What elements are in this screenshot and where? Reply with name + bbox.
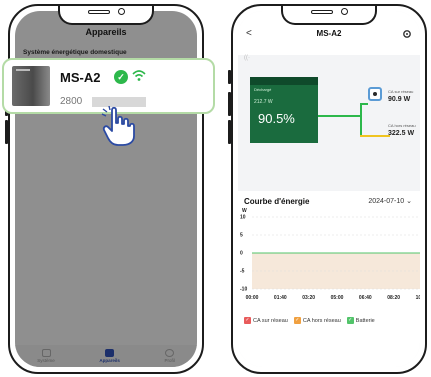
check-icon: ✓ [346,317,354,324]
grid-plug-icon [368,87,382,101]
device-image [12,66,50,106]
y-tick-label: -10 [240,287,247,293]
device-icon [105,349,115,357]
y-tick-label: 0 [240,251,243,257]
check-icon: ✓ [244,317,251,324]
side-button [228,120,231,144]
flow-line [360,103,368,105]
legend-label: CA hors réseau [302,317,341,324]
battery-percent: 90.5% [258,111,295,126]
y-tick-label: -5 [240,269,245,275]
page-title: MS-A2 [316,29,342,38]
tab-devices-label: Appareils [99,358,120,363]
side-button [228,92,231,116]
legend-grid-on[interactable]: ✓ CA sur réseau [244,317,288,324]
check-circle-icon: ✓ [114,70,128,84]
flow-line [360,103,362,135]
device-serial: 2800 [60,96,83,107]
stage: Appareils Système énergétique domestique… [0,0,431,377]
tap-hand-icon [101,106,135,146]
notch [281,6,377,25]
device-name: MS-A2 [60,70,101,85]
chart-date: 2024-07-10 [368,198,405,205]
tab-devices[interactable]: Appareils [99,349,120,363]
section-title: Système énergétique domestique [23,49,127,56]
tab-bar: Système Appareils Profil [15,345,197,367]
side-button [228,70,231,84]
x-tick-label: 00:00 [246,295,259,301]
phone-device-detail: < MS-A2 ((· Déchargé 212.7 W 90.5% CA su… [231,4,427,374]
profile-icon [165,349,175,357]
wifi-status-icon: ((· [244,55,250,61]
legend-label: Batterie [355,317,375,324]
detail-screen: < MS-A2 ((· Déchargé 212.7 W 90.5% CA su… [238,11,420,367]
chart-title: Courbe d'énergie [244,197,310,206]
x-tick-label: 06:40 [359,295,372,301]
date-selector[interactable]: 2024-07-10 ⌄ [368,197,412,205]
grid-on-label: CA sur réseau [388,89,414,94]
home-icon [41,349,51,357]
tab-profile-label: Profil [164,358,175,363]
energy-chart: 10 5 0 -5 -10 00:00 01:40 03:20 05:00 06:40 08:20 1… [240,215,420,301]
energy-chart-card: Courbe d'énergie 2024-07-10 ⌄ W 10 5 0 -5 -1… [238,191,420,367]
x-tick-label: 08:20 [387,295,400,301]
x-tick-label: 10:00 [416,295,420,301]
check-icon: ✓ [293,317,301,324]
flow-line [360,135,390,137]
wifi-icon [132,70,146,81]
legend-grid-off[interactable]: ✓ CA hors réseau [293,317,341,324]
x-tick-label: 03:20 [302,295,315,301]
side-button [5,120,8,144]
page-title: Appareils [85,27,127,37]
grid-on-value: 90.9 W [388,96,411,103]
battery-status: Déchargé [254,87,272,92]
y-tick-label: 10 [240,215,246,221]
grid-off-label: CA hors réseau [388,123,416,128]
gear-icon[interactable] [402,29,412,39]
x-tick-label: 05:00 [331,295,344,301]
legend-label: CA sur réseau [253,317,288,324]
battery-unit[interactable]: Déchargé 212.7 W 90.5% [250,77,318,143]
tab-system-label: Système [37,358,55,363]
y-tick-label: 5 [240,233,243,239]
grid-off-value: 322.5 W [388,130,415,137]
flow-line [318,115,360,117]
chart-legend: ✓ CA sur réseau ✓ CA hors réseau ✓ Batte… [244,317,375,324]
battery-power: 212.7 W [254,99,273,105]
notch [58,6,154,25]
chevron-down-icon: ⌄ [406,198,412,205]
legend-battery[interactable]: ✓ Batterie [346,317,375,324]
tab-system[interactable]: Système [37,349,55,363]
x-tick-label: 01:40 [274,295,287,301]
tab-profile[interactable]: Profil [164,349,175,363]
